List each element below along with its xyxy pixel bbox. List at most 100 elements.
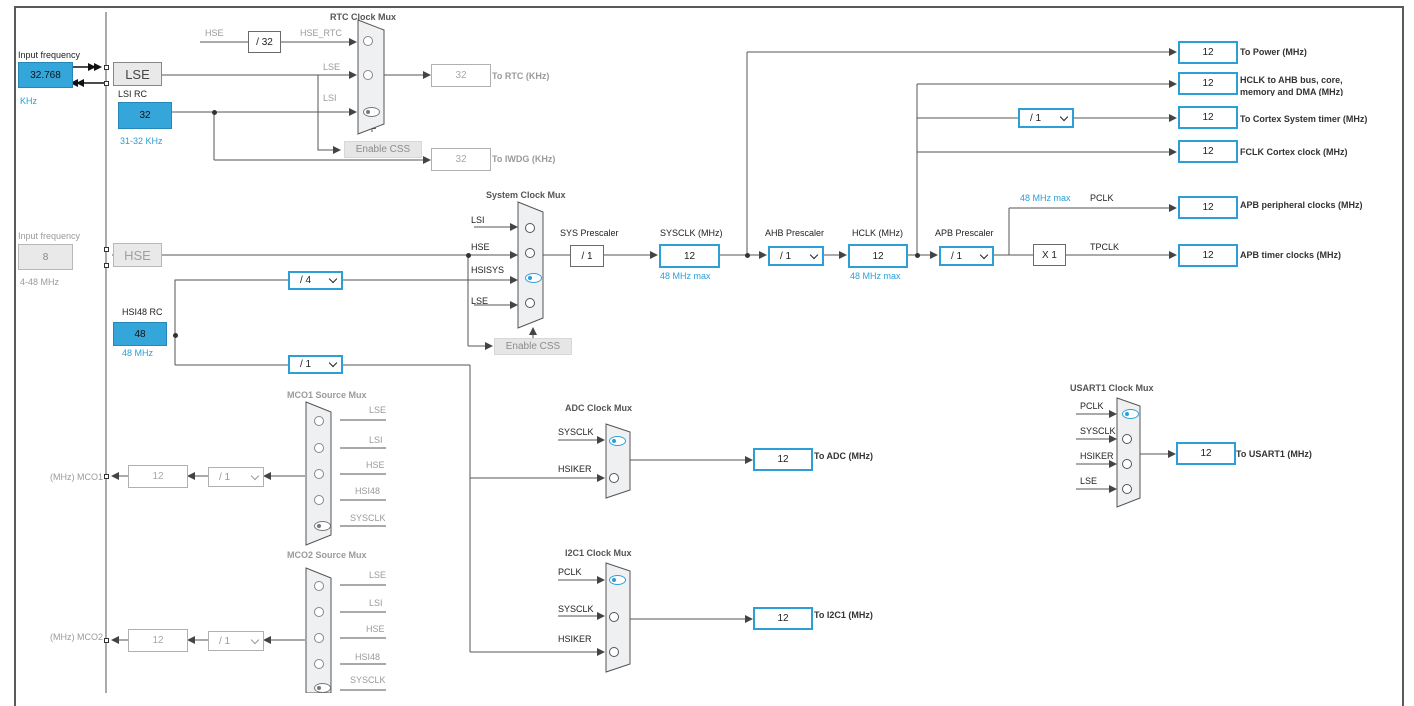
hsi48-unit-label: 48 MHz — [122, 348, 154, 358]
mco1-mux-lsi-radio[interactable] — [314, 443, 324, 453]
sysclk-max-label: 48 MHz max — [660, 271, 711, 281]
mco2-output-label: (MHz) MCO2 — [50, 632, 103, 642]
sys-enable-css-button[interactable]: Enable CSS — [494, 338, 572, 355]
hsisys-divider-select[interactable]: / 4 — [288, 271, 343, 290]
mco2-divider-select[interactable]: / 1 — [208, 631, 264, 651]
mco1-hsi48-label: HSI48 — [355, 486, 381, 496]
mco2-mux-hsi48-radio[interactable] — [314, 659, 324, 669]
iwdg-output-value: 32 — [431, 148, 491, 171]
mco2-output-value: 12 — [128, 629, 188, 652]
rtc-output-label: To RTC (KHz) — [492, 71, 550, 81]
lse-unit-label: KHz — [20, 96, 38, 106]
i2c1-mux-hsiker-radio[interactable] — [609, 647, 619, 657]
mco2-sysclk-label: SYSCLK — [350, 675, 386, 685]
apb-timer-output-value[interactable]: 12 — [1178, 244, 1238, 267]
hse-rtc-divider[interactable]: / 32 — [248, 31, 281, 53]
rtc-mux-hse-radio[interactable] — [363, 36, 373, 46]
bus-pin — [103, 64, 109, 70]
mco2-mux-lsi-radio[interactable] — [314, 607, 324, 617]
usart1-mux-lse-radio[interactable] — [1122, 484, 1132, 494]
lse-input-frequency-field[interactable]: 32.768 — [18, 62, 73, 88]
mco1-source-mux-title: MCO1 Source Mux — [287, 390, 367, 400]
rtc-mux-lsi-radio[interactable] — [363, 107, 380, 117]
bus-pin — [103, 246, 109, 252]
junction-dot — [465, 252, 471, 258]
mco1-mux-hse-radio[interactable] — [314, 469, 324, 479]
lse-source-box[interactable]: LSE — [113, 62, 162, 86]
ahb-prescaler-select[interactable]: / 1 — [768, 246, 824, 266]
sys-mux-hsisys-radio[interactable] — [525, 273, 542, 283]
hse-input-frequency-label: Input frequency — [18, 231, 81, 241]
adc-hsiker-label: HSIKER — [558, 464, 592, 474]
hse-source-box[interactable]: HSE — [113, 243, 162, 267]
mco2-mux-hse-radio[interactable] — [314, 633, 324, 643]
mco1-divider-select[interactable]: / 1 — [208, 467, 264, 487]
mco1-output-label: (MHz) MCO1 — [50, 472, 103, 482]
mco1-mux-sysclk-radio[interactable] — [314, 521, 331, 531]
hsiker-divider-select[interactable]: / 1 — [288, 355, 343, 374]
mco1-mux-lse-radio[interactable] — [314, 416, 324, 426]
sys-mux-lsi-radio[interactable] — [525, 223, 535, 233]
power-output-value[interactable]: 12 — [1178, 41, 1238, 64]
hse-range-label: 4-48 MHz — [20, 277, 60, 287]
sysclk-label: SYSCLK (MHz) — [660, 228, 723, 238]
sys-prescaler-value[interactable]: / 1 — [570, 245, 604, 267]
adc-mux-sysclk-radio[interactable] — [609, 436, 626, 446]
usart1-output-label: To USART1 (MHz) — [1236, 449, 1312, 459]
fclk-output-value[interactable]: 12 — [1178, 140, 1238, 163]
sysclk-value[interactable]: 12 — [659, 244, 720, 268]
usart1-mux-hsiker-radio[interactable] — [1122, 459, 1132, 469]
mco2-mux-sysclk-radio[interactable] — [314, 683, 331, 693]
adc-sysclk-label: SYSCLK — [558, 427, 594, 437]
chevron-down-icon — [809, 250, 819, 259]
apb-peripheral-output-value[interactable]: 12 — [1178, 196, 1238, 219]
apb-prescaler-select[interactable]: / 1 — [939, 246, 994, 266]
hclk-ahb-output-value[interactable]: 12 — [1178, 72, 1238, 95]
adc-output-value[interactable]: 12 — [753, 448, 813, 471]
hclk-value[interactable]: 12 — [848, 244, 908, 268]
adc-mux-hsiker-radio[interactable] — [609, 473, 619, 483]
i2c1-mux-pclk-radio[interactable] — [609, 575, 626, 585]
i2c1-sysclk-label: SYSCLK — [558, 604, 594, 614]
chevron-down-icon — [250, 635, 260, 644]
hse-rtc-label: HSE_RTC — [300, 28, 342, 38]
mco1-output-value: 12 — [128, 465, 188, 488]
hclk-ahb-output-label: HCLK to AHB bus, core, — [1240, 75, 1343, 85]
i2c1-hsiker-label: HSIKER — [558, 634, 592, 644]
iwdg-output-label: To IWDG (KHz) — [492, 154, 556, 164]
rtc-mux-lse-radio[interactable] — [363, 70, 373, 80]
chevron-down-icon — [979, 250, 989, 259]
usart1-lse-label: LSE — [1080, 476, 1098, 486]
cortex-timer-output-value[interactable]: 12 — [1178, 106, 1238, 129]
adc-clock-mux-title: ADC Clock Mux — [565, 403, 633, 413]
junction-dot — [172, 332, 178, 338]
cortex-timer-divider-select[interactable]: / 1 — [1018, 108, 1074, 128]
system-clock-mux-title: System Clock Mux — [486, 190, 566, 200]
apb-max-label: 48 MHz max — [1020, 193, 1071, 203]
bus-pin — [103, 637, 109, 643]
mco1-mux-hsi48-radio[interactable] — [314, 495, 324, 505]
chevron-down-icon — [328, 358, 338, 368]
fclk-output-label: FCLK Cortex clock (MHz) — [1240, 147, 1348, 157]
rtc-enable-css-button[interactable]: Enable CSS — [344, 141, 422, 158]
usart1-mux-sysclk-radio[interactable] — [1122, 434, 1132, 444]
sys-prescaler-label: SYS Prescaler — [560, 228, 619, 238]
sys-mux-hse-radio[interactable] — [525, 248, 535, 258]
sys-mux-lsi-label: LSI — [471, 215, 485, 225]
cortex-timer-output-label: To Cortex System timer (MHz) — [1240, 114, 1368, 124]
i2c1-output-value[interactable]: 12 — [753, 607, 813, 630]
usart1-output-value[interactable]: 12 — [1176, 442, 1236, 465]
lsi-range-label: 31-32 KHz — [120, 136, 163, 146]
chevron-down-icon — [328, 274, 338, 284]
lse-input-frequency-label: Input frequency — [18, 50, 81, 60]
usart1-mux-pclk-radio[interactable] — [1122, 409, 1139, 419]
hclk-max-label: 48 MHz max — [850, 271, 901, 281]
tpclk-label: TPCLK — [1090, 242, 1120, 252]
mco2-mux-lse-radio[interactable] — [314, 581, 324, 591]
mco1-lse-label: LSE — [369, 405, 387, 415]
hse-input-frequency-field[interactable]: 8 — [18, 244, 73, 270]
i2c1-mux-sysclk-radio[interactable] — [609, 612, 619, 622]
apb-peripheral-output-label: APB peripheral clocks (MHz) — [1240, 200, 1363, 210]
hclk-label: HCLK (MHz) — [852, 228, 903, 238]
sys-mux-lse-radio[interactable] — [525, 298, 535, 308]
